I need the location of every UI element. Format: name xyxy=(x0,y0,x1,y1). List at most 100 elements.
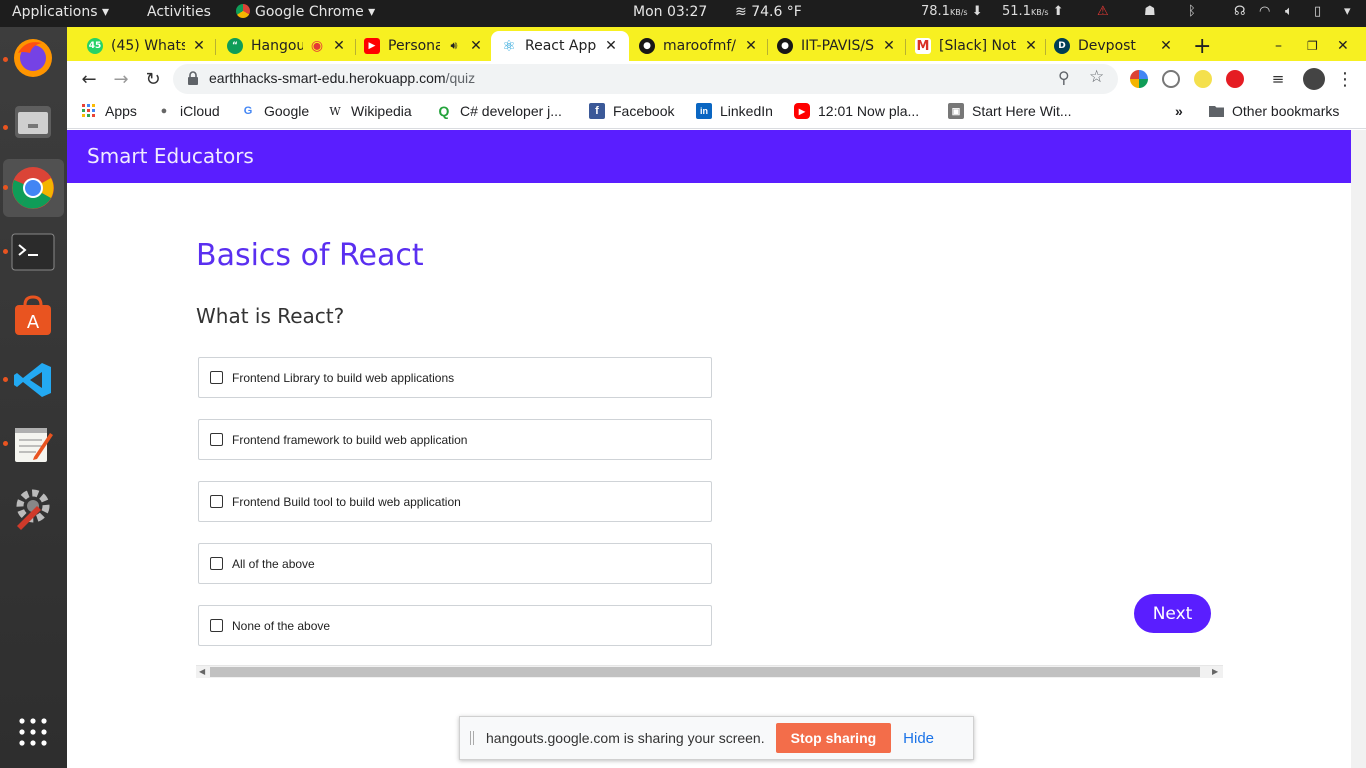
page-vertical-scrollbar[interactable] xyxy=(1351,130,1366,768)
close-tab-icon[interactable]: ✕ xyxy=(191,38,207,54)
bookmark-youtube[interactable]: ▶ 12:01 Now pla... xyxy=(794,103,919,119)
scrollbar-thumb[interactable] xyxy=(210,667,1200,677)
option-4[interactable]: None of the above xyxy=(198,605,712,646)
chrome-app-menu[interactable]: Google Chrome ▾ xyxy=(236,4,375,20)
tab-github-iit-pavis[interactable]: ● IIT-PAVIS/S ✕ xyxy=(777,31,897,61)
terminal-icon[interactable] xyxy=(10,229,56,275)
reload-button[interactable]: ↻ xyxy=(141,67,165,91)
next-button[interactable]: Next xyxy=(1134,594,1211,633)
battery-icon[interactable]: ▯ xyxy=(1314,4,1321,19)
option-0[interactable]: Frontend Library to build web applicatio… xyxy=(198,357,712,398)
bookmark-linkedin[interactable]: in LinkedIn xyxy=(696,103,773,119)
show-applications-icon[interactable] xyxy=(10,709,56,755)
bookmarks-bar: Apps ● iCloud G Google W Wikipedia Q C# … xyxy=(67,97,1366,129)
option-1[interactable]: Frontend framework to build web applicat… xyxy=(198,419,712,460)
extension-color-icon[interactable] xyxy=(1130,70,1148,88)
checkbox[interactable] xyxy=(210,495,223,508)
firefox-icon[interactable] xyxy=(10,35,56,81)
web-page: Smart Educators Basics of React What is … xyxy=(67,130,1351,768)
bookmark-start-here[interactable]: ▣ Start Here Wit... xyxy=(948,103,1072,119)
other-bookmarks[interactable]: Other bookmarks xyxy=(1208,103,1339,119)
stop-sharing-button[interactable]: Stop sharing xyxy=(775,723,892,753)
drag-handle-icon[interactable] xyxy=(470,731,474,745)
option-3[interactable]: All of the above xyxy=(198,543,712,584)
bookmark-wikipedia[interactable]: W Wikipedia xyxy=(327,103,411,119)
whatsapp-icon: 45 xyxy=(87,38,103,54)
chrome-dock-icon[interactable] xyxy=(10,165,56,211)
zoom-icon[interactable]: ⚲ xyxy=(1058,68,1070,87)
bookmark-apps[interactable]: Apps xyxy=(81,103,137,119)
tab-github-maroofmf[interactable]: ● maroofmf/ ✕ xyxy=(639,31,759,61)
text-editor-icon[interactable] xyxy=(10,421,56,467)
bookmark-google[interactable]: G Google xyxy=(240,103,309,119)
checkbox[interactable] xyxy=(210,619,223,632)
headphones-icon[interactable]: ☊ xyxy=(1234,4,1246,19)
bookmark-facebook[interactable]: f Facebook xyxy=(589,103,674,119)
wifi-icon[interactable]: ◠ xyxy=(1259,4,1270,19)
close-tab-icon[interactable]: ✕ xyxy=(881,38,897,54)
close-tab-icon[interactable]: ✕ xyxy=(1023,38,1039,54)
maximize-window-button[interactable]: ❐ xyxy=(1307,31,1323,61)
address-bar[interactable]: earthhacks-smart-edu.herokuapp.com/quiz … xyxy=(173,64,1118,94)
arrow-left-icon: ← xyxy=(81,68,97,90)
running-indicator xyxy=(3,125,8,130)
horizontal-scrollbar[interactable]: ◀ ▶ xyxy=(196,665,1223,678)
close-window-button[interactable]: ✕ xyxy=(1337,31,1353,61)
tab-separator xyxy=(767,39,768,55)
close-tab-icon[interactable]: ✕ xyxy=(1158,38,1174,54)
brand-link[interactable]: Smart Educators xyxy=(87,144,254,168)
bookmark-icloud[interactable]: ● iCloud xyxy=(156,103,220,119)
system-menu-icon[interactable]: ▾ xyxy=(1344,4,1351,19)
tab-react-app[interactable]: ⚛ React App ✕ xyxy=(491,31,629,61)
youtube-icon: ▶ xyxy=(794,103,810,119)
minimize-window-button[interactable]: – xyxy=(1275,31,1291,61)
people-icon[interactable]: ☗ xyxy=(1144,4,1156,19)
checkbox[interactable] xyxy=(210,371,223,384)
scroll-left-icon[interactable]: ◀ xyxy=(199,667,205,676)
close-tab-icon[interactable]: ✕ xyxy=(743,38,759,54)
tab-devpost[interactable]: D Devpost ✕ xyxy=(1054,31,1174,61)
clock[interactable]: Mon 03:27 xyxy=(633,4,707,20)
warning-icon[interactable]: ⚠ xyxy=(1097,4,1109,19)
volume-icon[interactable]: 🔈︎ xyxy=(1285,4,1293,19)
extension-moon-icon[interactable] xyxy=(1194,70,1212,88)
chrome-menu-icon[interactable]: ⋮ xyxy=(1333,67,1357,91)
extension-block-icon[interactable] xyxy=(1162,70,1180,88)
option-2[interactable]: Frontend Build tool to build web applica… xyxy=(198,481,712,522)
scroll-right-icon[interactable]: ▶ xyxy=(1212,667,1218,676)
media-controls-icon[interactable]: ≡ xyxy=(1266,67,1290,91)
checkbox[interactable] xyxy=(210,557,223,570)
bookmark-csharp-developer[interactable]: Q C# developer j... xyxy=(436,103,562,119)
vscode-icon[interactable] xyxy=(10,357,56,403)
settings-icon[interactable] xyxy=(10,485,56,531)
bookmarks-overflow-icon[interactable]: » xyxy=(1175,103,1183,119)
avatar[interactable] xyxy=(1303,68,1325,90)
new-tab-button[interactable]: + xyxy=(1193,31,1215,61)
arrow-down-icon: ⬇ xyxy=(971,4,983,19)
tab-hangouts[interactable]: “ Hangouts ◉ ✕ xyxy=(227,31,347,61)
files-icon[interactable] xyxy=(10,99,56,145)
app-name: Google Chrome ▾ xyxy=(255,4,376,20)
tab-youtube[interactable]: ▶ Personal 🔊︎ ✕ xyxy=(364,31,484,61)
checkbox[interactable] xyxy=(210,433,223,446)
apps-grid-icon xyxy=(81,103,97,119)
audio-playing-icon[interactable]: 🔊︎ xyxy=(446,39,462,53)
software-center-icon[interactable]: A xyxy=(10,293,56,339)
bookmark-star-icon[interactable]: ☆ xyxy=(1089,67,1104,87)
tab-whatsapp[interactable]: 45 (45) WhatsApp ✕ xyxy=(87,31,207,61)
extension-adblock-icon[interactable] xyxy=(1226,70,1244,88)
running-indicator xyxy=(3,185,8,190)
back-button[interactable]: ← xyxy=(77,67,101,91)
bluetooth-icon[interactable]: ᛒ xyxy=(1188,4,1196,19)
linkedin-icon: in xyxy=(696,103,712,119)
reload-icon: ↻ xyxy=(145,68,161,90)
applications-menu[interactable]: Applications ▾ xyxy=(12,4,109,20)
weather-indicator[interactable]: ≋ 74.6 °F xyxy=(735,4,802,20)
forward-button[interactable]: → xyxy=(109,67,133,91)
activities-button[interactable]: Activities xyxy=(147,4,211,20)
tab-gmail-slack[interactable]: M [Slack] Not ✕ xyxy=(915,31,1039,61)
close-tab-icon[interactable]: ✕ xyxy=(603,38,619,54)
hide-button[interactable]: Hide xyxy=(903,730,934,747)
close-tab-icon[interactable]: ✕ xyxy=(331,38,347,54)
close-tab-icon[interactable]: ✕ xyxy=(468,38,484,54)
